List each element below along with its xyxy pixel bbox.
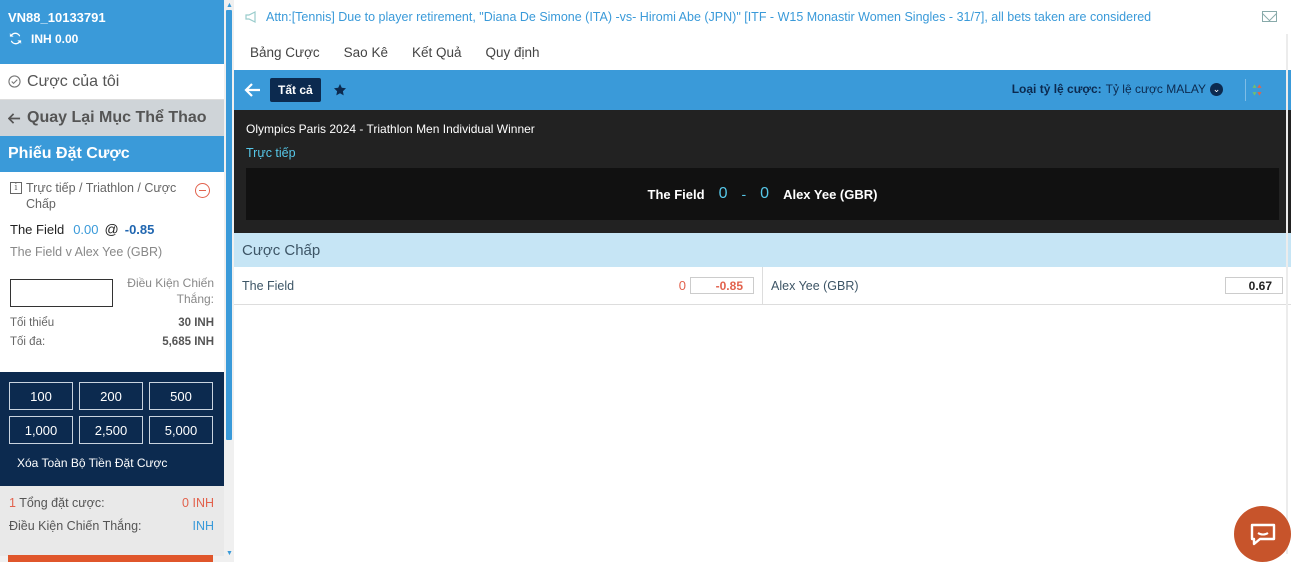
tab-all[interactable]: Tất cả bbox=[270, 78, 321, 102]
main-panel: Attn:[Tennis] Due to player retirement, … bbox=[234, 0, 1291, 562]
scroll-up-icon[interactable]: ▲ bbox=[226, 2, 233, 9]
bet-slip-title: Phiếu Đặt Cược bbox=[0, 136, 224, 172]
odds-type-selector[interactable]: Loại tỷ lệ cược: Tỷ lệ cược MALAY ⌄ bbox=[1012, 82, 1223, 96]
market-header: Cược Chấp bbox=[234, 233, 1291, 267]
account-panel: VN88_10133791 INH 0.00 bbox=[0, 0, 224, 64]
back-to-sports-button[interactable]: Quay Lại Mục Thể Thao bbox=[0, 100, 224, 136]
back-arrow-icon[interactable] bbox=[244, 81, 262, 99]
bet-card: i Trực tiếp / Triathlon / Cược Chấp The … bbox=[0, 172, 224, 372]
home-selection-cell: The Field 0 -0.85 bbox=[234, 267, 762, 304]
mail-icon[interactable] bbox=[1262, 11, 1277, 22]
scrollbar-thumb[interactable] bbox=[226, 10, 232, 440]
home-selection-name: The Field bbox=[242, 278, 295, 293]
quick-stake-button[interactable]: 100 bbox=[9, 382, 73, 410]
chevron-down-icon: ⌄ bbox=[1210, 82, 1223, 96]
bet-sidebar: VN88_10133791 INH 0.00 Cược của tôi Quay… bbox=[0, 0, 224, 562]
total-win-condition-value: INH bbox=[192, 519, 214, 533]
bet-match: The Field v Alex Yee (GBR) bbox=[10, 245, 163, 259]
odds-type-label: Loại tỷ lệ cược: bbox=[1011, 82, 1102, 96]
scroll-down-icon[interactable]: ▼ bbox=[226, 550, 233, 557]
score-separator: - bbox=[741, 186, 747, 202]
selection-line: The Field 0.00 @ -0.85 bbox=[10, 221, 214, 237]
away-team: Alex Yee (GBR) bbox=[783, 186, 878, 202]
my-bets-link[interactable]: Cược của tôi bbox=[0, 64, 224, 100]
live-chat-button[interactable] bbox=[1234, 506, 1291, 562]
win-condition-label: Điều Kiện Chiến Thắng: bbox=[127, 276, 214, 306]
total-stake-value: 0 INH bbox=[182, 496, 214, 510]
home-odds-group: 0 -0.85 bbox=[679, 277, 754, 294]
totals-panel: 1 Tổng đặt cược: 0 INH Điều Kiện Chiến T… bbox=[0, 486, 224, 556]
selection-handicap: 0.00 bbox=[73, 221, 99, 237]
home-score: 0 bbox=[718, 185, 728, 202]
max-label: Tối đa: bbox=[10, 336, 46, 348]
quick-stake-button[interactable]: 500 bbox=[149, 382, 213, 410]
back-to-sports-label: Quay Lại Mục Thể Thao bbox=[27, 109, 207, 126]
star-icon[interactable] bbox=[333, 83, 347, 97]
event-header: Olympics Paris 2024 - Triathlon Men Indi… bbox=[234, 110, 1291, 233]
balance: INH 0.00 bbox=[31, 31, 79, 46]
away-odds-group: 0.67 bbox=[1225, 277, 1283, 294]
nav-results[interactable]: Kết Quả bbox=[412, 45, 462, 60]
sort-icon[interactable] bbox=[1245, 79, 1265, 101]
quick-stake-button[interactable]: 200 bbox=[79, 382, 143, 410]
balance-row: INH 0.00 bbox=[8, 31, 216, 46]
info-icon: i bbox=[10, 182, 22, 194]
chat-icon bbox=[1250, 523, 1276, 546]
home-handicap: 0 bbox=[678, 278, 686, 293]
nav-statement[interactable]: Sao Kê bbox=[344, 45, 388, 60]
away-score: 0 bbox=[760, 185, 770, 202]
app-root: VN88_10133791 INH 0.00 Cược của tôi Quay… bbox=[0, 0, 1291, 562]
stake-row: Điều Kiện Chiến Thắng: bbox=[10, 276, 214, 307]
away-selection-cell: Alex Yee (GBR) 0.67 bbox=[762, 267, 1291, 304]
event-title: Olympics Paris 2024 - Triathlon Men Indi… bbox=[246, 122, 535, 136]
check-circle-icon bbox=[8, 75, 21, 88]
megaphone-icon bbox=[245, 11, 256, 23]
stake-limits: Tối thiểu 30 INH Tối đa: 5,685 INH bbox=[10, 317, 214, 348]
user-id: VN88_10133791 bbox=[8, 10, 106, 25]
bet-market-path: i Trực tiếp / Triathlon / Cược Chấp bbox=[10, 180, 214, 212]
my-bets-label: Cược của tôi bbox=[27, 72, 120, 90]
stake-input[interactable] bbox=[10, 279, 113, 307]
quick-stake-grid: 100 200 500 1,000 2,500 5,000 bbox=[9, 382, 214, 444]
total-stake-label: Tổng đặt cược: bbox=[19, 496, 105, 510]
home-odds-button[interactable]: -0.85 bbox=[690, 277, 754, 294]
top-nav: Bảng Cược Sao Kê Kết Quả Quy định bbox=[234, 34, 1291, 70]
min-label: Tối thiểu bbox=[10, 317, 55, 329]
announcement-bar: Attn:[Tennis] Due to player retirement, … bbox=[234, 0, 1291, 34]
market-path-text: Trực tiếp / Triathlon / Cược Chấp bbox=[26, 181, 177, 211]
at-sign: @ bbox=[104, 221, 119, 237]
market-toolbar: Tất cả Loại tỷ lệ cược: Tỷ lệ cược MALAY… bbox=[234, 70, 1291, 110]
main-scrollbar[interactable] bbox=[1286, 34, 1288, 554]
clear-stakes-link[interactable]: Xóa Toàn Bộ Tiền Đặt Cược bbox=[9, 456, 214, 470]
home-team: The Field bbox=[647, 186, 705, 202]
live-label: Trực tiếp bbox=[246, 146, 296, 160]
odds-type-value: Tỷ lệ cược MALAY bbox=[1105, 82, 1206, 96]
market-row: The Field 0 -0.85 Alex Yee (GBR) 0.67 bbox=[234, 267, 1291, 305]
nav-bet-board[interactable]: Bảng Cược bbox=[250, 45, 320, 60]
bet-count: 1 bbox=[9, 496, 16, 510]
refresh-icon[interactable] bbox=[8, 31, 23, 46]
place-bet-button[interactable] bbox=[8, 555, 213, 562]
max-value: 5,685 INH bbox=[162, 336, 214, 348]
scoreboard: The Field 0 - 0 Alex Yee (GBR) bbox=[246, 168, 1279, 220]
min-value: 30 INH bbox=[178, 317, 214, 329]
away-odds-button[interactable]: 0.67 bbox=[1225, 277, 1283, 294]
total-win-condition-label: Điều Kiện Chiến Thắng: bbox=[9, 519, 142, 533]
sidebar-scrollbar[interactable]: ▲ ▼ bbox=[224, 0, 234, 562]
remove-bet-icon[interactable] bbox=[195, 183, 210, 198]
selection-team: The Field bbox=[10, 221, 65, 237]
quick-stake-button[interactable]: 2,500 bbox=[79, 416, 143, 444]
away-selection-name: Alex Yee (GBR) bbox=[771, 278, 859, 293]
quick-stake-panel: 100 200 500 1,000 2,500 5,000 Xóa Toàn B… bbox=[0, 372, 224, 486]
total-stake-label-group: 1 Tổng đặt cược: bbox=[9, 496, 105, 510]
quick-stake-button[interactable]: 1,000 bbox=[9, 416, 73, 444]
selection-odds: -0.85 bbox=[124, 221, 155, 237]
quick-stake-button[interactable]: 5,000 bbox=[149, 416, 213, 444]
announcement-text: Attn:[Tennis] Due to player retirement, … bbox=[266, 10, 1152, 24]
nav-rules[interactable]: Quy định bbox=[486, 45, 540, 60]
arrow-left-icon bbox=[8, 112, 21, 124]
